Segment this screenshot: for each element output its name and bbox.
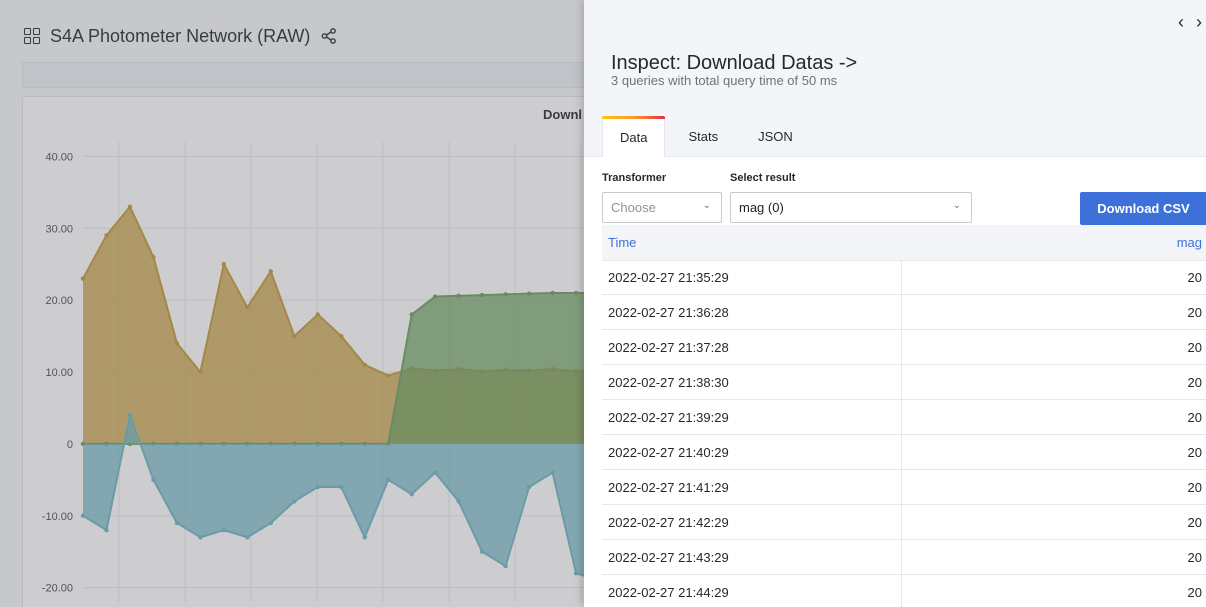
table-row: 2022-02-27 21:44:29 20 (602, 575, 1206, 607)
inspect-tabs: Data Stats JSON (602, 116, 810, 157)
cell-time: 2022-02-27 21:42:29 (602, 505, 902, 539)
tab-stats[interactable]: Stats (671, 116, 735, 157)
drawer-title: Inspect: Download Datas -> (611, 52, 858, 74)
drawer-header: ‹ › Inspect: Download Datas -> 3 queries… (584, 0, 1206, 157)
table-row: 2022-02-27 21:35:29 20 (602, 260, 1206, 295)
cell-mag: 20 (1187, 444, 1202, 460)
transformer-placeholder: Choose (611, 200, 656, 215)
table-row: 2022-02-27 21:42:29 20 (602, 505, 1206, 540)
data-table: Time mag 2022-02-27 21:35:29 20 2022-02-27… (602, 225, 1206, 607)
chevron-down-icon: ⌄ (952, 200, 961, 211)
modal-backdrop[interactable] (0, 0, 590, 607)
cell-mag: 20 (1187, 584, 1202, 600)
table-row: 2022-02-27 21:41:29 20 (602, 470, 1206, 505)
cell-mag: 20 (1187, 409, 1202, 425)
cell-time: 2022-02-27 21:37:28 (602, 330, 902, 364)
cell-mag: 20 (1187, 549, 1202, 565)
drawer-subtitle: 3 queries with total query time of 50 ms (611, 73, 838, 88)
select-result-label: Select result (730, 172, 796, 184)
tab-data[interactable]: Data (602, 116, 666, 157)
column-header-mag[interactable]: mag (902, 235, 1206, 250)
cell-time: 2022-02-27 21:38:30 (602, 365, 902, 399)
table-header: Time mag (602, 225, 1206, 260)
chevron-down-icon: ⌄ (702, 200, 711, 211)
cell-time: 2022-02-27 21:36:28 (602, 295, 902, 329)
cell-time: 2022-02-27 21:40:29 (602, 435, 902, 469)
cell-mag: 20 (1187, 304, 1202, 320)
table-row: 2022-02-27 21:40:29 20 (602, 435, 1206, 470)
table-row: 2022-02-27 21:36:28 20 (602, 295, 1206, 330)
table-body: 2022-02-27 21:35:29 20 2022-02-27 21:36:28… (602, 260, 1206, 607)
cell-time: 2022-02-27 21:44:29 (602, 575, 902, 607)
chevron-right-icon[interactable]: › (1196, 12, 1202, 33)
cell-mag: 20 (1187, 339, 1202, 355)
select-result-value: mag (0) (739, 200, 784, 215)
tab-json[interactable]: JSON (741, 116, 810, 157)
drawer-nav: ‹ › (1178, 12, 1202, 33)
cell-mag: 20 (1187, 374, 1202, 390)
table-row: 2022-02-27 21:38:30 20 (602, 365, 1206, 400)
transformer-label: Transformer (602, 172, 667, 184)
column-header-time[interactable]: Time (602, 235, 902, 250)
cell-time: 2022-02-27 21:43:29 (602, 540, 902, 574)
table-row: 2022-02-27 21:43:29 20 (602, 540, 1206, 575)
select-result-dropdown[interactable]: mag (0) ⌄ (730, 192, 972, 223)
cell-time: 2022-02-27 21:35:29 (602, 260, 902, 295)
cell-time: 2022-02-27 21:41:29 (602, 470, 902, 504)
transformer-select[interactable]: Choose ⌄ (602, 192, 722, 223)
chevron-left-icon[interactable]: ‹ (1178, 12, 1184, 33)
table-row: 2022-02-27 21:39:29 20 (602, 400, 1206, 435)
download-csv-button[interactable]: Download CSV (1080, 192, 1206, 225)
inspect-drawer: ‹ › Inspect: Download Datas -> 3 queries… (584, 0, 1206, 607)
table-row: 2022-02-27 21:37:28 20 (602, 330, 1206, 365)
cell-mag: 20 (1187, 514, 1202, 530)
cell-mag: 20 (1187, 479, 1202, 495)
cell-time: 2022-02-27 21:39:29 (602, 400, 902, 434)
cell-mag: 20 (1187, 270, 1202, 285)
